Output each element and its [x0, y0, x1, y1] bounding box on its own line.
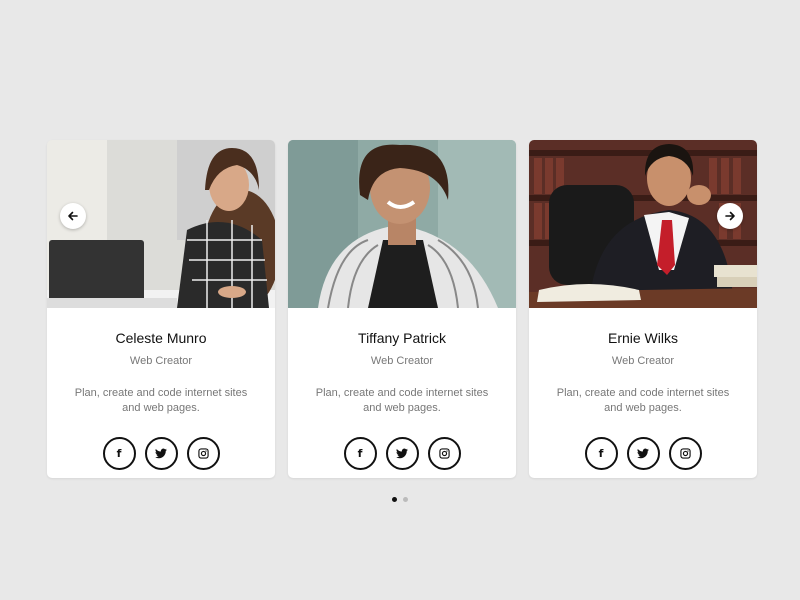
arrow-right-icon: [725, 211, 735, 221]
member-role: Web Creator: [370, 355, 434, 367]
facebook-button[interactable]: f: [343, 437, 377, 470]
member-role: Web Creator: [611, 355, 675, 367]
team-card: Tiffany Patrick Web Creator Plan, create…: [288, 140, 516, 478]
facebook-icon: f: [598, 447, 604, 460]
facebook-button[interactable]: f: [584, 437, 618, 470]
pagination-dot-1[interactable]: [392, 497, 397, 502]
facebook-icon: f: [116, 447, 122, 460]
arrow-left-icon: [68, 211, 78, 221]
team-card: Ernie Wilks Web Creator Plan, create and…: [529, 140, 757, 478]
pagination-dot-2[interactable]: [403, 497, 408, 502]
social-links: f: [47, 437, 275, 470]
twitter-button[interactable]: [626, 437, 660, 470]
instagram-button[interactable]: [186, 437, 220, 470]
member-name: Ernie Wilks: [607, 330, 678, 346]
social-links: f: [288, 437, 516, 470]
instagram-button[interactable]: [427, 437, 461, 470]
member-name: Celeste Munro: [115, 330, 207, 346]
twitter-button[interactable]: [385, 437, 419, 470]
member-name: Tiffany Patrick: [358, 330, 446, 346]
member-description: Plan, create and code internet sites and…: [315, 387, 489, 414]
instagram-icon: [197, 448, 209, 459]
facebook-button[interactable]: f: [102, 437, 136, 470]
team-carousel: Celeste Munro Web Creator Plan, create a…: [47, 140, 757, 480]
twitter-icon: [155, 448, 167, 459]
twitter-button[interactable]: [144, 437, 178, 470]
member-description: Plan, create and code internet sites and…: [556, 387, 730, 414]
member-description: Plan, create and code internet sites and…: [74, 387, 248, 414]
instagram-icon: [438, 448, 450, 459]
facebook-icon: f: [357, 447, 363, 460]
twitter-icon: [396, 448, 408, 459]
team-card: Celeste Munro Web Creator Plan, create a…: [47, 140, 275, 478]
instagram-button[interactable]: [668, 437, 702, 470]
twitter-icon: [637, 448, 649, 459]
instagram-icon: [679, 448, 691, 459]
carousel-prev-button[interactable]: [60, 203, 86, 229]
carousel-pagination: [0, 497, 800, 502]
profile-photo: [288, 140, 516, 308]
social-links: f: [529, 437, 757, 470]
member-role: Web Creator: [129, 355, 193, 367]
carousel-next-button[interactable]: [717, 203, 743, 229]
